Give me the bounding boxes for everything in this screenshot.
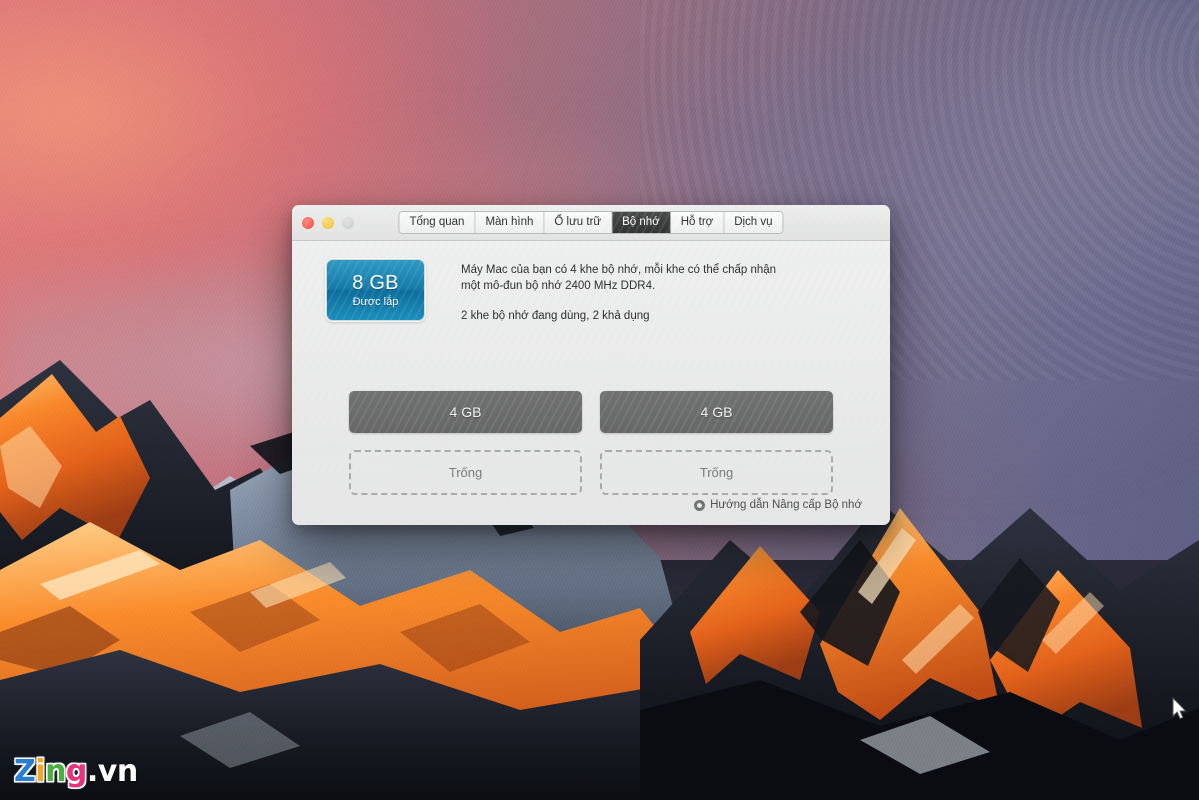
zoom-button: [342, 216, 354, 229]
installed-memory-size: 8 GB: [352, 271, 399, 294]
installed-memory-badge: 8 GB Được lắp: [326, 259, 425, 321]
watermark-suffix: .vn: [86, 754, 138, 789]
memory-description: Máy Mac của bạn có 4 khe bộ nhớ, mỗi khe…: [461, 259, 776, 325]
tab-ho-tro[interactable]: Hỗ trợ: [670, 212, 725, 233]
memory-slot-column-2: 4 GB Trống: [600, 391, 833, 495]
tab-tong-quan[interactable]: Tổng quan: [399, 212, 476, 233]
watermark-letter-i: i: [35, 754, 46, 789]
window-controls[interactable]: [302, 216, 354, 229]
memory-slot-filled-1[interactable]: 4 GB: [349, 391, 582, 433]
tab-bo-nho[interactable]: Bộ nhớ: [612, 212, 671, 233]
memory-slot-filled-2[interactable]: 4 GB: [600, 391, 833, 433]
tab-bar[interactable]: Tổng quan Màn hình Ổ lưu trữ Bộ nhớ Hỗ t…: [398, 211, 784, 234]
about-this-mac-window[interactable]: Tổng quan Màn hình Ổ lưu trữ Bộ nhớ Hỗ t…: [292, 205, 890, 525]
minimize-button[interactable]: [322, 216, 334, 229]
watermark-letter-g: g: [65, 754, 87, 789]
tab-man-hinh[interactable]: Màn hình: [475, 212, 545, 233]
memory-description-line2: một mô-đun bộ nhớ 2400 MHz DDR4.: [461, 279, 656, 292]
installed-memory-label: Được lắp: [352, 295, 399, 308]
watermark-letter-n: n: [45, 754, 66, 789]
zing-watermark: Zing.vn: [14, 756, 138, 788]
tab-dich-vu[interactable]: Dịch vụ: [724, 212, 783, 233]
desktop: Tổng quan Màn hình Ổ lưu trữ Bộ nhớ Hỗ t…: [0, 0, 1199, 800]
help-circle-icon: [694, 499, 706, 511]
close-button[interactable]: [302, 216, 314, 229]
window-titlebar[interactable]: Tổng quan Màn hình Ổ lưu trữ Bộ nhớ Hỗ t…: [292, 205, 890, 241]
memory-slot-column-1: 4 GB Trống: [349, 391, 582, 495]
memory-status: 2 khe bộ nhớ đang dùng, 2 khả dụng: [461, 310, 650, 322]
memory-summary-row: 8 GB Được lắp Máy Mac của bạn có 4 khe b…: [292, 241, 890, 325]
memory-slot-empty-1[interactable]: Trống: [349, 450, 582, 495]
tab-o-luu-tru[interactable]: Ổ lưu trữ: [544, 212, 613, 233]
memory-upgrade-guide-label: Hướng dẫn Nâng cấp Bộ nhớ: [710, 499, 862, 511]
memory-slots: 4 GB Trống 4 GB Trống: [292, 391, 890, 495]
memory-slot-empty-2[interactable]: Trống: [600, 450, 833, 495]
memory-description-line1: Máy Mac của bạn có 4 khe bộ nhớ, mỗi khe…: [461, 264, 777, 276]
memory-panel: 8 GB Được lắp Máy Mac của bạn có 4 khe b…: [292, 241, 890, 525]
watermark-letter-z: Z: [14, 754, 36, 789]
memory-upgrade-guide-link[interactable]: Hướng dẫn Nâng cấp Bộ nhớ: [694, 499, 862, 511]
